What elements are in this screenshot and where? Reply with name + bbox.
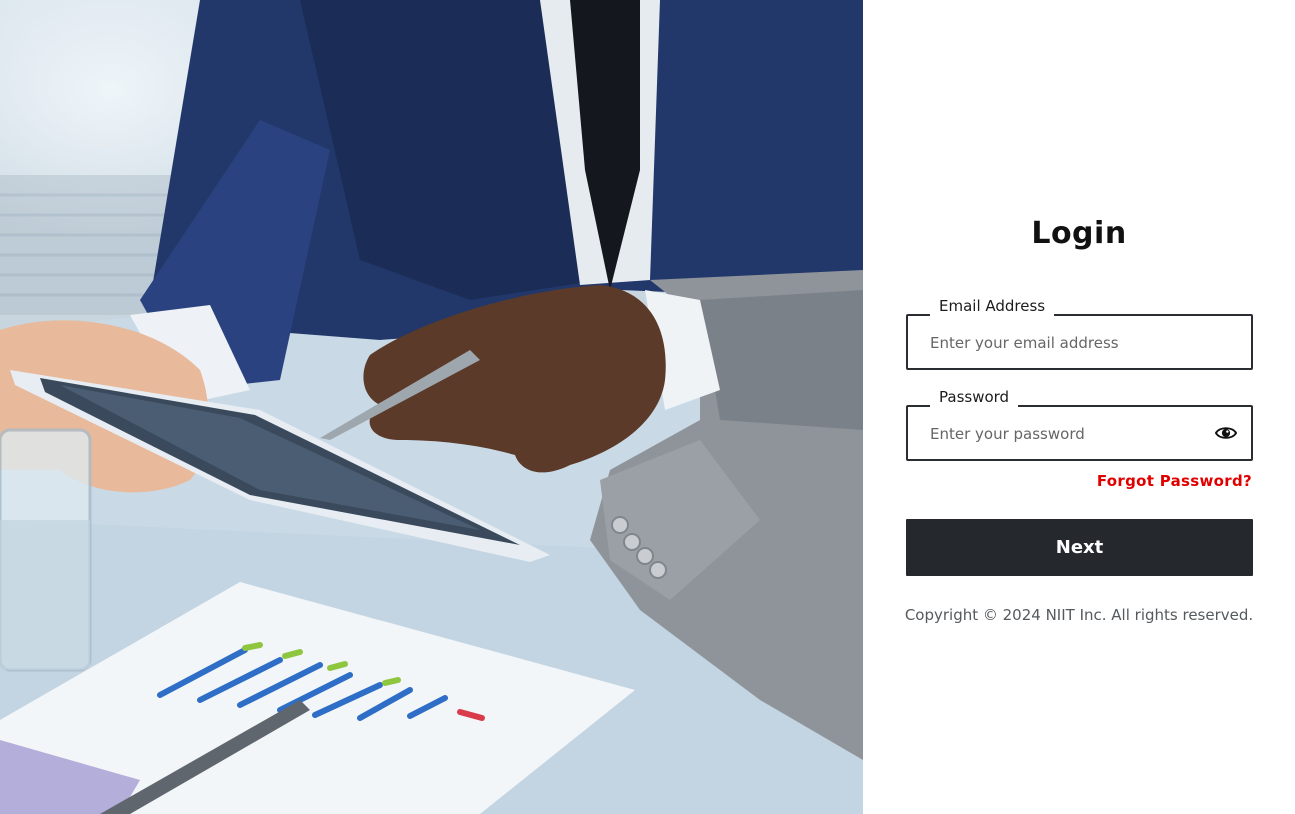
page-title: Login [1031, 216, 1127, 251]
water-glass [0, 428, 92, 672]
login-panel: Login Email Address Password Forgot Pass… [863, 0, 1295, 814]
eye-icon[interactable] [1215, 422, 1237, 444]
email-field[interactable]: Email Address [906, 295, 1253, 370]
email-input[interactable] [928, 316, 1212, 370]
forgot-password-link[interactable]: Forgot Password? [1097, 472, 1252, 490]
email-label: Email Address [930, 295, 1055, 317]
hero-image [0, 0, 863, 814]
password-input[interactable] [928, 407, 1212, 461]
password-label: Password [930, 386, 1019, 408]
password-field[interactable]: Password [906, 386, 1253, 461]
copyright-text: Copyright © 2024 NIIT Inc. All rights re… [904, 606, 1254, 624]
next-button[interactable]: Next [906, 519, 1253, 576]
hero-illustration [0, 0, 863, 814]
